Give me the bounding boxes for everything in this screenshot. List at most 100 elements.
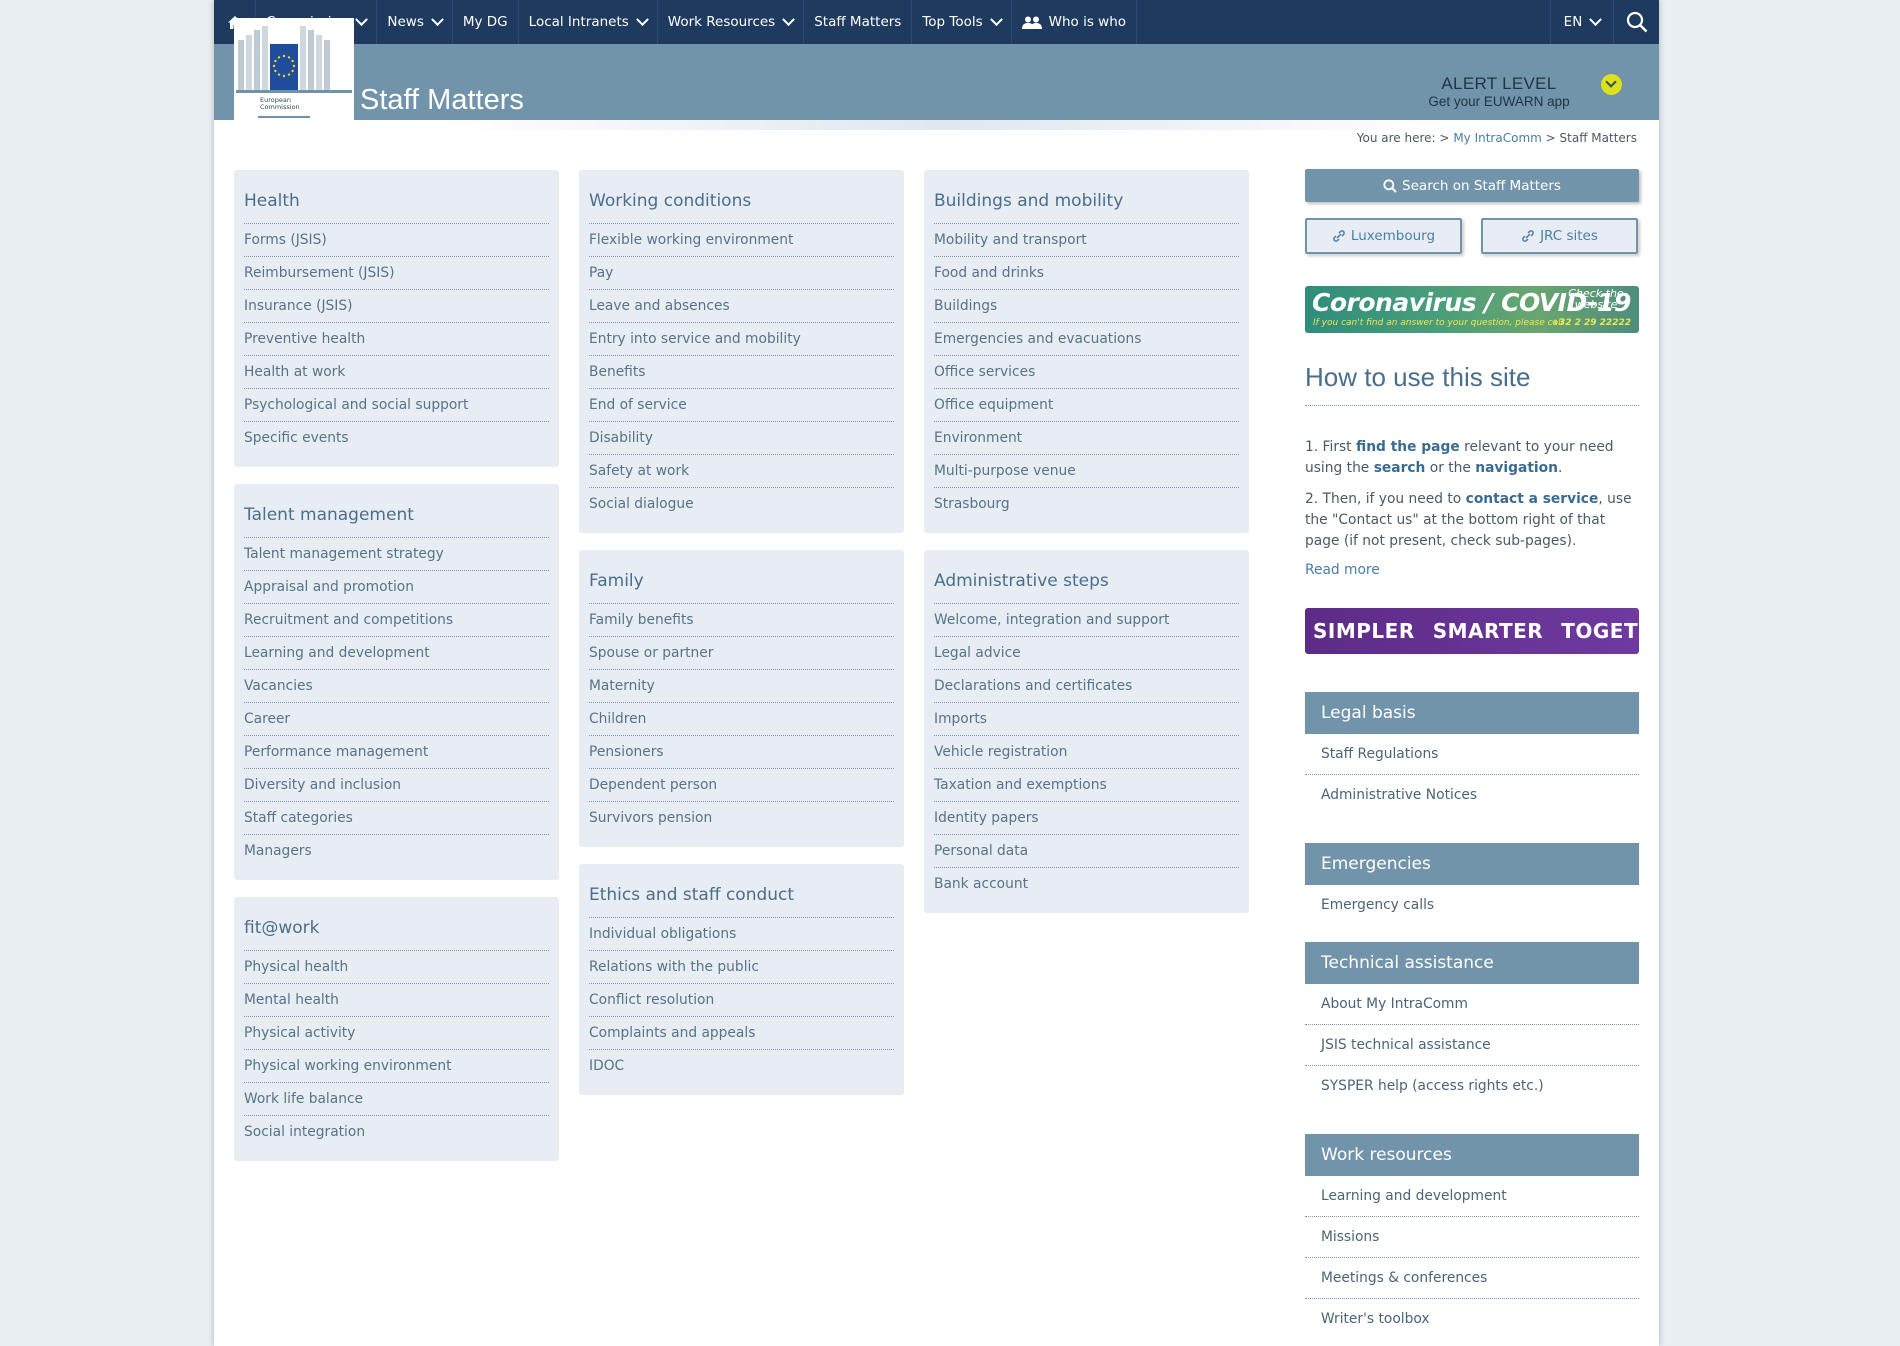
category-title[interactable]: Administrative steps [934,564,1239,604]
category-link[interactable]: Survivors pension [589,802,894,835]
category-link[interactable]: Buildings [934,290,1239,323]
category-link[interactable]: Imports [934,703,1239,736]
category-title[interactable]: Buildings and mobility [934,184,1239,224]
category-link[interactable]: Individual obligations [589,918,894,951]
nav-work-resources[interactable]: Work Resources [658,0,805,44]
category-title[interactable]: Health [244,184,549,224]
category-link[interactable]: Legal advice [934,637,1239,670]
category-link[interactable]: Psychological and social support [244,389,549,422]
category-link[interactable]: Conflict resolution [589,984,894,1017]
category-link[interactable]: Leave and absences [589,290,894,323]
category-link[interactable]: Mobility and transport [934,224,1239,257]
nav-news[interactable]: News [377,0,453,44]
category-title[interactable]: Family [589,564,894,604]
category-link[interactable]: Recruitment and competitions [244,604,549,637]
category-link[interactable]: Welcome, integration and support [934,604,1239,637]
category-link[interactable]: Physical working environment [244,1050,549,1083]
category-link[interactable]: Taxation and exemptions [934,769,1239,802]
category-link[interactable]: Strasbourg [934,488,1239,521]
category-link[interactable]: Physical health [244,951,549,984]
category-link[interactable]: Pay [589,257,894,290]
category-link[interactable]: Social integration [244,1116,549,1149]
covid-banner[interactable]: Coronavirus / COVID-19 Check the website… [1305,286,1639,333]
category-link[interactable]: Dependent person [589,769,894,802]
nav-top-tools[interactable]: Top Tools [912,0,1012,44]
category-link[interactable]: Benefits [589,356,894,389]
alert-indicator-icon[interactable] [1601,74,1622,95]
category-link[interactable]: Environment [934,422,1239,455]
category-link[interactable]: Work life balance [244,1083,549,1116]
link-learning-development[interactable]: Learning and development [1305,1176,1639,1217]
category-title[interactable]: Talent management [244,498,549,538]
category-link[interactable]: Reimbursement (JSIS) [244,257,549,290]
category-link[interactable]: Physical activity [244,1017,549,1050]
category-link[interactable]: Social dialogue [589,488,894,521]
category-link[interactable]: Family benefits [589,604,894,637]
category-link[interactable]: Multi-purpose venue [934,455,1239,488]
category-link[interactable]: Entry into service and mobility [589,323,894,356]
category-link[interactable]: Complaints and appeals [589,1017,894,1050]
category-link[interactable]: Vehicle registration [934,736,1239,769]
category-link[interactable]: Vacancies [244,670,549,703]
category-link[interactable]: Food and drinks [934,257,1239,290]
link-writers-toolbox[interactable]: Writer's toolbox [1305,1299,1639,1340]
category-link[interactable]: Personal data [934,835,1239,868]
link-administrative-notices[interactable]: Administrative Notices [1305,775,1639,816]
category-link[interactable]: Managers [244,835,549,868]
category-link[interactable]: Health at work [244,356,549,389]
category-link[interactable]: Office equipment [934,389,1239,422]
category-link[interactable]: End of service [589,389,894,422]
jrc-sites-button[interactable]: JRC sites [1481,218,1638,254]
category-title[interactable]: Working conditions [589,184,894,224]
breadcrumb-link-my-intracomm[interactable]: My IntraComm [1453,131,1542,145]
category-title[interactable]: Ethics and staff conduct [589,878,894,918]
link-about-my-intracomm[interactable]: About My IntraComm [1305,984,1639,1025]
category-link[interactable]: Bank account [934,868,1239,901]
category-link[interactable]: Career [244,703,549,736]
category-link[interactable]: Spouse or partner [589,637,894,670]
simpler-smarter-together-banner[interactable]: SIMPLER SMARTER TOGETHER [1305,608,1659,654]
link-staff-regulations[interactable]: Staff Regulations [1305,734,1639,775]
link-meetings-conferences[interactable]: Meetings & conferences [1305,1258,1639,1299]
category-link[interactable]: Insurance (JSIS) [244,290,549,323]
link-jsis-technical-assistance[interactable]: JSIS technical assistance [1305,1025,1639,1066]
category-link[interactable]: Diversity and inclusion [244,769,549,802]
category-link[interactable]: Maternity [589,670,894,703]
nav-my-dg[interactable]: My DG [453,0,519,44]
search-staff-matters-button[interactable]: Search on Staff Matters [1305,169,1639,202]
category-link[interactable]: Emergencies and evacuations [934,323,1239,356]
category-link[interactable]: Talent management strategy [244,538,549,571]
category-link[interactable]: Disability [589,422,894,455]
site-title[interactable]: Staff Matters [360,84,524,117]
nav-local-intranets[interactable]: Local Intranets [519,0,658,44]
category-link[interactable]: Appraisal and promotion [244,571,549,604]
language-selector[interactable]: EN [1550,0,1614,44]
category-link[interactable]: IDOC [589,1050,894,1083]
category-link[interactable]: Office services [934,356,1239,389]
read-more-link[interactable]: Read more [1305,562,1380,578]
category-link[interactable]: Specific events [244,422,549,455]
category-link[interactable]: Identity papers [934,802,1239,835]
category-link[interactable]: Flexible working environment [589,224,894,257]
category-link[interactable]: Declarations and certificates [934,670,1239,703]
nav-search-button[interactable] [1614,0,1659,44]
category-link[interactable]: Learning and development [244,637,549,670]
link-emergency-calls[interactable]: Emergency calls [1305,885,1639,926]
category-link[interactable]: Pensioners [589,736,894,769]
category-link[interactable]: Preventive health [244,323,549,356]
category-link[interactable]: Staff categories [244,802,549,835]
alert-level[interactable]: ALERT LEVEL Get your EUWARN app [1419,74,1579,109]
nav-staff-matters[interactable]: Staff Matters [804,0,913,44]
category-link[interactable]: Children [589,703,894,736]
category-link[interactable]: Forms (JSIS) [244,224,549,257]
link-missions[interactable]: Missions [1305,1217,1639,1258]
european-commission-logo[interactable]: European Commission [234,18,354,143]
link-sysper-help[interactable]: SYSPER help (access rights etc.) [1305,1066,1639,1107]
category-link[interactable]: Mental health [244,984,549,1017]
luxembourg-button[interactable]: Luxembourg [1305,218,1462,254]
category-link[interactable]: Safety at work [589,455,894,488]
category-link[interactable]: Performance management [244,736,549,769]
nav-who-is-who[interactable]: Who is who [1012,0,1138,44]
category-title[interactable]: fit@work [244,911,549,951]
category-link[interactable]: Relations with the public [589,951,894,984]
